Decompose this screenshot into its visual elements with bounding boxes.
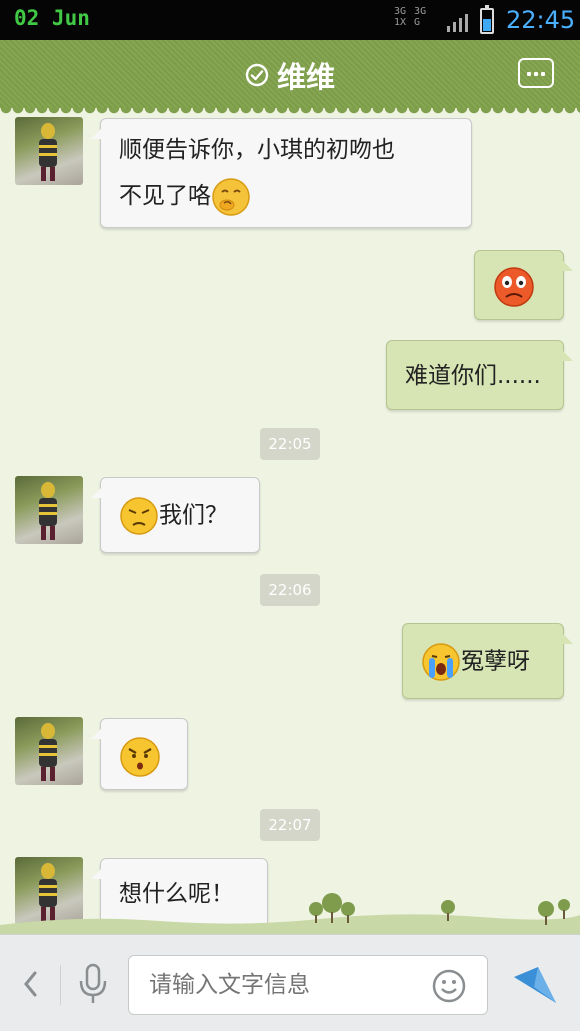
message-text: 难道你们...... — [405, 363, 541, 389]
message-text: 我们？ — [159, 502, 228, 529]
chat-header: 维维 — [0, 40, 580, 114]
message-text-line-wrap: 不见了咯 — [119, 173, 453, 219]
message-bubble-received[interactable] — [91, 718, 188, 790]
status-date: 02 Jun — [14, 6, 90, 30]
message-bubble-received[interactable]: 顺便告诉你，小琪的初吻也 不见了咯 — [91, 118, 472, 228]
smiley-icon[interactable] — [432, 969, 466, 1003]
message-text-line: 顺便告诉你，小琪的初吻也 — [119, 137, 395, 163]
contact-avatar[interactable] — [15, 117, 83, 185]
chevron-left-icon[interactable] — [20, 969, 40, 999]
divider — [60, 965, 61, 1005]
pouting-face-emoji-icon — [120, 496, 158, 535]
signal-icon — [447, 14, 468, 32]
title-group: 维维 — [0, 54, 580, 96]
crying-face-emoji-icon — [422, 642, 460, 681]
send-arrow-icon[interactable] — [512, 963, 558, 1007]
timestamp-badge: 22:06 — [260, 574, 320, 606]
landscape-decoration — [0, 893, 580, 935]
message-bubble-sent[interactable]: 难道你们...... — [386, 340, 573, 410]
check-circle-icon — [245, 63, 269, 87]
message-list[interactable]: 顺便告诉你，小琪的初吻也 不见了咯 难道你们...... 22:05 我们？ 2… — [0, 108, 580, 934]
contact-avatar[interactable] — [15, 717, 83, 785]
microphone-icon[interactable] — [76, 963, 110, 1005]
shocked-red-face-emoji-icon — [494, 266, 534, 307]
message-text-line: 不见了咯 — [119, 183, 211, 209]
status-bar: 02 Jun 3G 3G 1X G 22:45 — [0, 0, 580, 40]
contact-avatar[interactable] — [15, 476, 83, 544]
network-indicator: 3G 3G 1X G — [394, 6, 427, 28]
input-bar — [0, 934, 580, 1031]
message-bubble-sent[interactable] — [474, 250, 573, 320]
timestamp-badge: 22:07 — [260, 809, 320, 841]
message-bubble-sent[interactable]: 冤孽呀 — [402, 623, 573, 699]
message-bubble-received[interactable]: 我们？ — [91, 477, 260, 553]
shy-face-emoji-icon — [212, 177, 250, 216]
message-text: 冤孽呀 — [461, 648, 530, 675]
battery-icon — [480, 5, 494, 34]
chat-title: 维维 — [276, 60, 335, 94]
more-dots-icon[interactable] — [518, 58, 554, 88]
angry-face-emoji-icon — [120, 736, 160, 777]
timestamp-badge: 22:05 — [260, 428, 320, 460]
status-time: 22:45 — [506, 6, 576, 34]
